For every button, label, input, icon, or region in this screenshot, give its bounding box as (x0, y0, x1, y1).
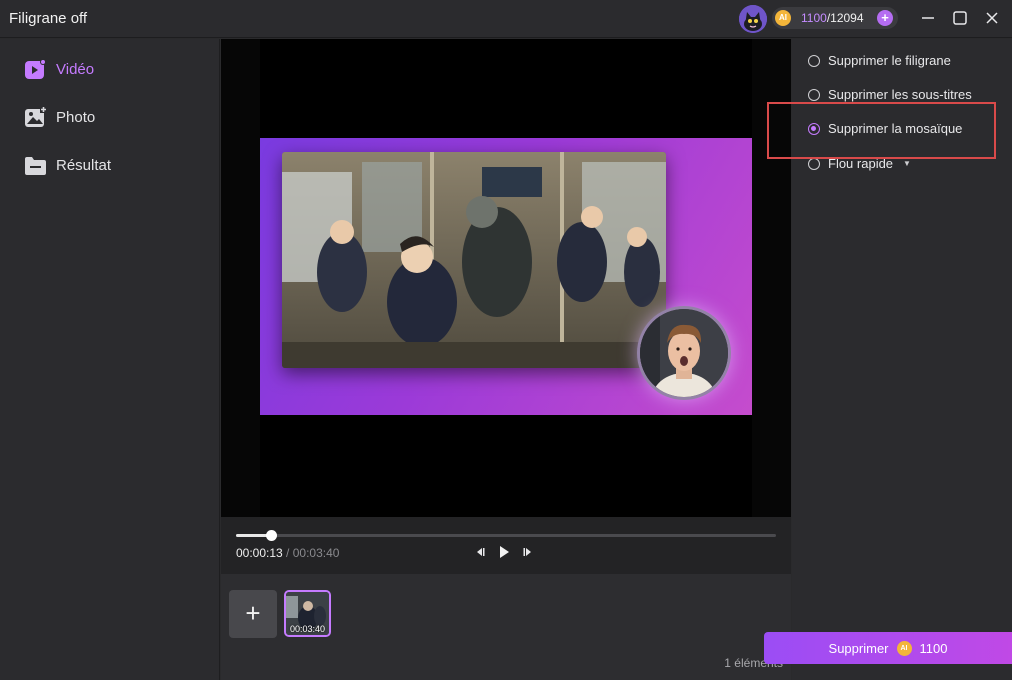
sidebar-item-label: Photo (56, 108, 96, 126)
app-window: Filigrane off AI 1100/12094 + Vidéo Phot… (0, 0, 1012, 680)
title-bar: Filigrane off AI 1100/12094 + (0, 0, 1012, 38)
folder-icon (25, 156, 46, 175)
previous-frame-button[interactable] (473, 545, 487, 559)
anime-train-scene-image (282, 152, 666, 368)
buy-credits-button[interactable]: + (877, 10, 893, 26)
maximize-icon (953, 11, 967, 25)
remove-button-label: Supprimer (828, 640, 889, 656)
removal-options-panel: Supprimer le filigrane Supprimer les sou… (792, 39, 1012, 680)
sidebar-item-result[interactable]: Résultat (24, 152, 111, 178)
maximize-button[interactable] (951, 9, 969, 27)
step-back-icon (477, 548, 485, 556)
video-thumbnail-image (282, 152, 666, 368)
radio-icon (808, 157, 820, 170)
option-remove-mosaic[interactable]: Supprimer la mosaïque (808, 121, 962, 136)
media-bar: + 00:03:40 1 éléments (221, 574, 791, 680)
video-preview[interactable] (221, 39, 791, 517)
credits-pill[interactable]: AI 1100/12094 + (772, 7, 898, 29)
radio-icon (808, 54, 820, 67)
option-label: Supprimer les sous-titres (828, 87, 972, 102)
presenter-face-image (640, 309, 728, 397)
credit-balance: 1100/12094 (801, 11, 864, 25)
clip-duration: 00:03:40 (289, 624, 326, 634)
presenter-avatar-image (637, 306, 731, 400)
credits-total: /12094 (826, 11, 864, 25)
radio-selected-icon (808, 122, 820, 135)
sidebar-item-video[interactable]: Vidéo (24, 56, 94, 82)
option-label: Flou rapide (828, 156, 894, 171)
add-media-button[interactable]: + (229, 590, 277, 638)
next-frame-button[interactable] (521, 545, 535, 559)
time-display: 00:00:13 / 00:03:40 (236, 546, 339, 560)
option-label: Supprimer le filigrane (828, 53, 951, 68)
clip-thumbnail[interactable]: 00:03:40 (284, 590, 331, 637)
minimize-icon (922, 17, 934, 19)
total-time: / 00:03:40 (282, 546, 340, 560)
option-remove-subtitles[interactable]: Supprimer les sous-titres (808, 87, 972, 102)
playback-controls: 00:00:13 / 00:03:40 (221, 517, 791, 574)
option-label: Supprimer la mosaïque (828, 121, 963, 136)
cat-mascot-icon (739, 5, 767, 33)
photo-icon (25, 105, 47, 127)
video-icon (25, 58, 46, 79)
play-icon (500, 546, 509, 558)
progress-track[interactable] (236, 530, 776, 541)
remove-cost: 1100 (919, 640, 948, 656)
progress-handle[interactable] (266, 530, 278, 541)
play-button[interactable] (497, 545, 511, 559)
app-title: Filigrane off (9, 10, 88, 27)
ai-coin-icon: AI (775, 10, 791, 26)
chevron-down-icon[interactable]: ▼ (903, 159, 911, 168)
close-button[interactable] (983, 9, 1001, 27)
current-time: 00:00:13 (236, 546, 283, 560)
user-avatar[interactable] (739, 5, 767, 33)
minimize-button[interactable] (919, 9, 937, 27)
close-icon (986, 12, 998, 24)
option-quick-blur[interactable]: Flou rapide ▼ (808, 156, 911, 171)
sidebar: Vidéo Photo Résultat (0, 39, 220, 680)
video-frame (260, 138, 752, 415)
step-forward-icon (523, 548, 531, 556)
ai-coin-icon: AI (896, 640, 912, 656)
radio-icon (808, 88, 820, 101)
credits-used: 1100 (801, 11, 827, 25)
sidebar-item-label: Vidéo (56, 60, 95, 78)
remove-button[interactable]: Supprimer AI 1100 (764, 632, 1012, 664)
sidebar-item-label: Résultat (56, 156, 112, 174)
sidebar-item-photo[interactable]: Photo (24, 104, 95, 130)
option-remove-watermark[interactable]: Supprimer le filigrane (808, 53, 951, 68)
